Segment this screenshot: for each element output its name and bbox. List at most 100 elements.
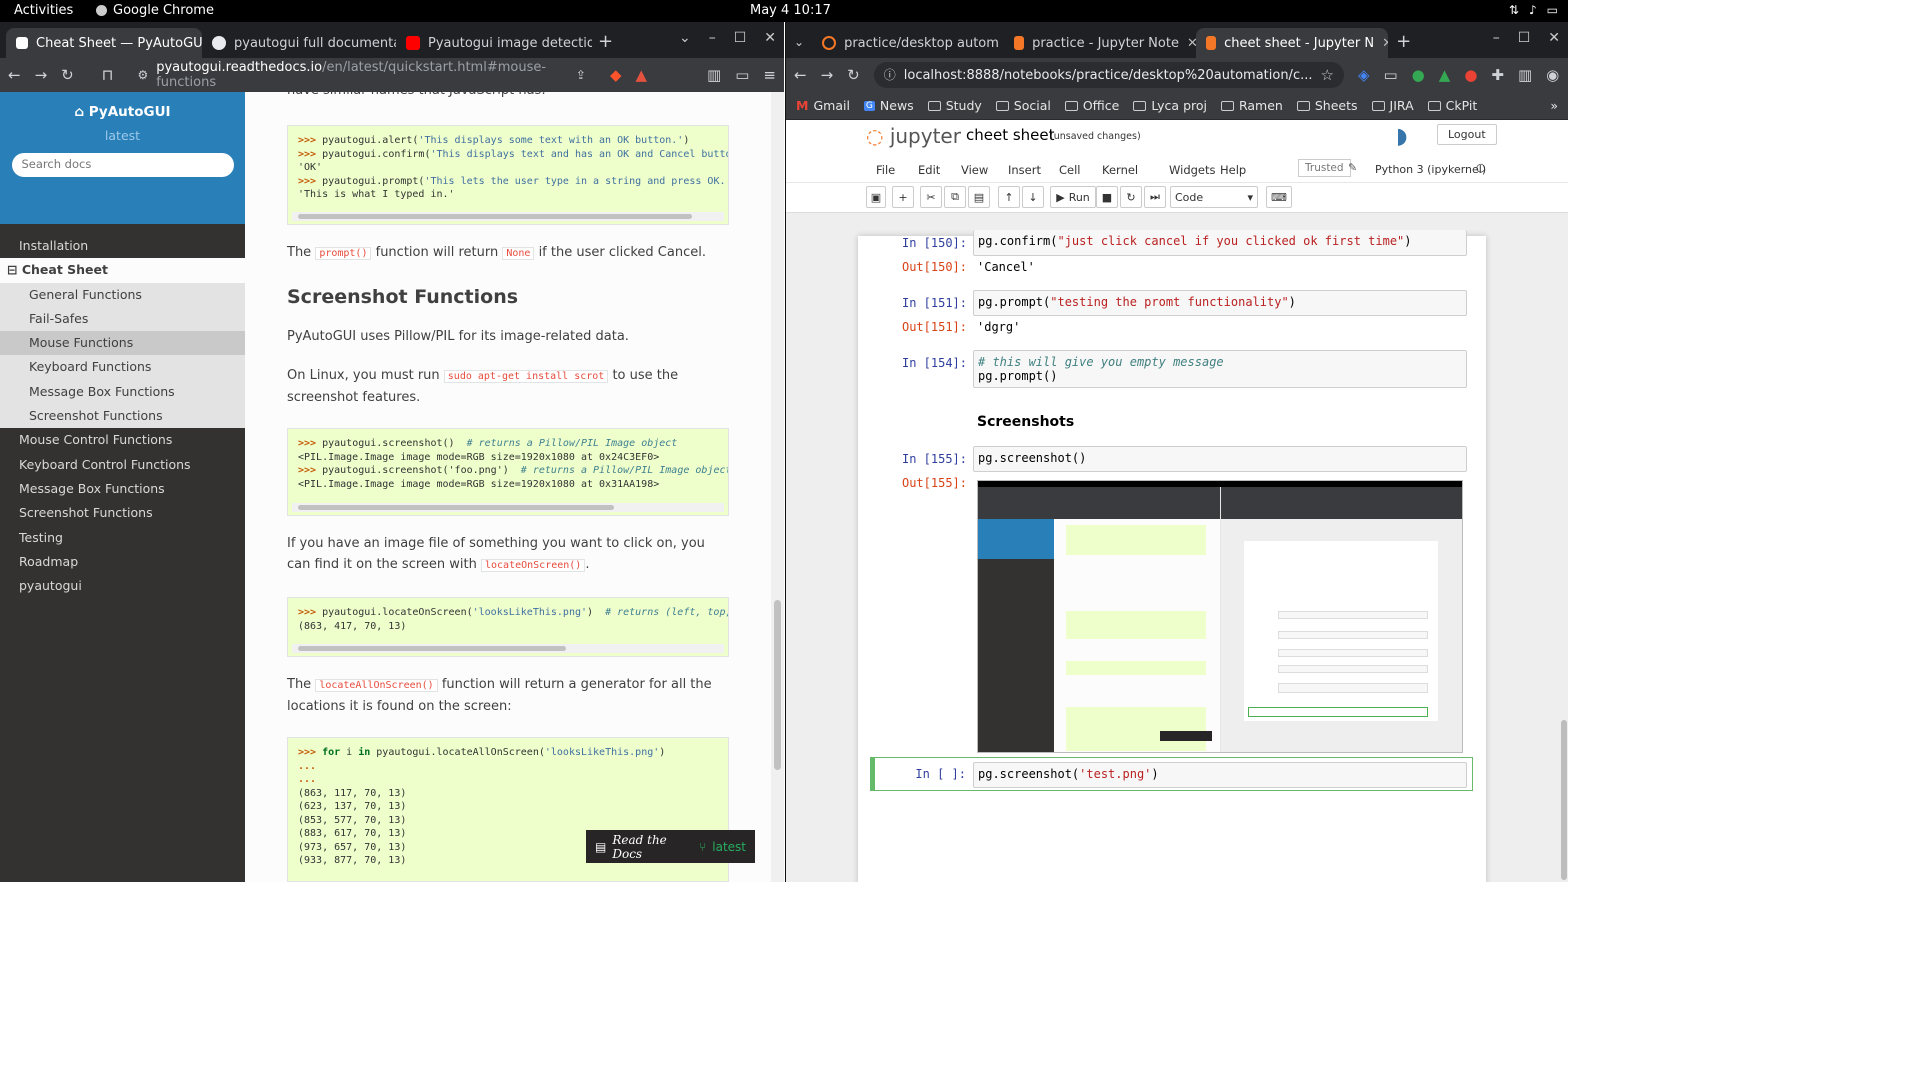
search-docs-input[interactable]: Search docs <box>11 153 234 177</box>
forward-icon[interactable]: → <box>821 67 834 83</box>
tab-cheat-sheet[interactable]: Cheat Sheet — PyAutoGU ✕ <box>6 28 202 58</box>
nav-message-box-functions-top[interactable]: Message Box Functions <box>0 477 245 501</box>
nav-testing[interactable]: Testing <box>0 526 245 550</box>
nav-keyboard-control-functions[interactable]: Keyboard Control Functions <box>0 453 245 477</box>
system-tray[interactable]: ⇅ ♪ ▭ <box>1509 3 1558 17</box>
nav-pyautogui[interactable]: pyautogui <box>0 574 245 598</box>
bookmark-gmail[interactable]: M Gmail <box>796 98 850 113</box>
nav-roadmap[interactable]: Roadmap <box>0 550 245 574</box>
nav-installation[interactable]: Installation <box>0 234 245 258</box>
tab-search-icon[interactable]: ⌄ <box>679 30 691 46</box>
extension-icon[interactable]: ▲ <box>1439 67 1451 83</box>
close-tab-icon[interactable]: ✕ <box>1382 36 1388 51</box>
tab-cheet-sheet[interactable]: cheet sheet - Jupyter N ✕ <box>1196 28 1389 58</box>
project-home-link[interactable]: ⌂ PyAutoGUI <box>0 104 245 120</box>
maximize-icon[interactable]: ☐ <box>734 30 747 46</box>
markdown-heading[interactable]: Screenshots <box>977 414 1074 430</box>
maximize-icon[interactable]: ☐ <box>1518 30 1531 46</box>
tab-pyautogui-docs[interactable]: pyautogui full documentatio ✕ <box>202 28 396 58</box>
menu-edit[interactable]: Edit <box>918 163 940 177</box>
menu-help[interactable]: Help <box>1220 163 1246 177</box>
bookmark-folder-ramen[interactable]: Ramen <box>1220 98 1283 113</box>
horizontal-scrollbar[interactable] <box>292 644 724 653</box>
selected-code-cell[interactable]: In [ ]: pg.screenshot('test.png') <box>870 757 1473 791</box>
bookmark-folder-social[interactable]: Social <box>995 98 1051 113</box>
app-menu[interactable]: Google Chrome <box>96 3 214 18</box>
code-cell[interactable]: In [154]: # this will give you empty mes… <box>858 350 1486 390</box>
run-button[interactable]: ▶ Run <box>1050 186 1096 208</box>
share-icon[interactable]: ⇪ <box>576 69 586 81</box>
forward-icon[interactable]: → <box>35 67 48 83</box>
menu-file[interactable]: File <box>876 163 895 177</box>
menu-icon[interactable]: ≡ <box>763 67 776 83</box>
nav-mouse-functions[interactable]: Mouse Functions <box>0 331 245 356</box>
more-bookmarks-icon[interactable]: » <box>1550 98 1558 113</box>
back-icon[interactable]: ← <box>8 67 21 83</box>
nav-keyboard-functions[interactable]: Keyboard Functions <box>0 355 245 380</box>
nav-message-box-functions[interactable]: Message Box Functions <box>0 379 245 405</box>
nav-screenshot-functions[interactable]: Screenshot Functions <box>0 404 245 429</box>
url-field[interactable]: ⚙ pyautogui.readthedocs.io/en/latest/qui… <box>127 60 596 90</box>
bookmark-folder-office[interactable]: Office <box>1064 98 1119 113</box>
close-window-icon[interactable]: ✕ <box>764 30 776 46</box>
bookmark-icon[interactable]: ⊓ <box>102 67 114 83</box>
brave-shield-icon[interactable]: ◆ <box>610 67 622 83</box>
cell-input[interactable]: pg.screenshot('test.png') <box>973 762 1467 788</box>
menu-insert[interactable]: Insert <box>1008 163 1041 177</box>
extension-icon[interactable]: ▭ <box>1383 67 1397 83</box>
close-tab-icon[interactable]: ✕ <box>1187 36 1196 51</box>
minimize-icon[interactable]: – <box>1493 30 1500 46</box>
bookmark-folder-sheets[interactable]: Sheets <box>1296 98 1358 113</box>
horizontal-scrollbar[interactable] <box>292 212 724 221</box>
bookmark-folder-study[interactable]: Study <box>927 98 982 113</box>
extension-icon[interactable]: ● <box>1464 67 1477 83</box>
nav-general-functions[interactable]: General Functions <box>0 282 245 307</box>
menu-kernel[interactable]: Kernel <box>1102 163 1138 177</box>
url-field[interactable]: ⓘ localhost:8888/notebooks/practice/desk… <box>873 62 1344 88</box>
sidebar-icon[interactable]: ▥ <box>707 67 721 83</box>
bookmark-news[interactable]: G News <box>863 98 914 113</box>
activities-button[interactable]: Activities <box>14 3 73 18</box>
cut-icon[interactable]: ✂ <box>920 186 942 208</box>
cell-input[interactable]: pg.screenshot() <box>973 446 1467 472</box>
notebook-scrollbar[interactable] <box>1561 720 1567 880</box>
clock[interactable]: May 4 10:17 <box>750 3 831 18</box>
notebook-name[interactable]: cheet sheet <box>966 126 1055 144</box>
read-the-docs-badge[interactable]: ▤ Read the Docs ⑂ latest <box>586 830 755 863</box>
edit-pencil-icon[interactable]: ✎ <box>1348 161 1357 174</box>
restart-run-all-icon[interactable]: ⏭ <box>1144 186 1166 208</box>
paste-icon[interactable]: ▤ <box>968 186 990 208</box>
menu-widgets[interactable]: Widgets <box>1169 163 1216 177</box>
nav-screenshot-functions-top[interactable]: Screenshot Functions <box>0 501 245 525</box>
new-tab-icon[interactable]: + <box>598 33 613 51</box>
trusted-indicator[interactable]: Trusted <box>1298 159 1351 177</box>
menu-view[interactable]: View <box>961 163 988 177</box>
menu-cell[interactable]: Cell <box>1059 163 1081 177</box>
save-icon[interactable]: ▣ <box>866 186 886 208</box>
tab-practice-desktop[interactable]: practice/desktop autom ✕ <box>812 28 1004 58</box>
insert-cell-icon[interactable]: + <box>892 186 914 208</box>
profile-avatar[interactable]: ◉ <box>1546 67 1559 83</box>
nav-cheat-sheet[interactable]: ⊟ Cheat Sheet <box>0 258 245 283</box>
minimize-icon[interactable]: – <box>709 30 716 46</box>
horizontal-scrollbar[interactable] <box>292 503 724 512</box>
nav-fail-safes[interactable]: Fail-Safes <box>0 306 245 332</box>
command-palette-icon[interactable]: ⌨ <box>1266 186 1292 208</box>
extension-icon[interactable]: ● <box>1412 67 1425 83</box>
page-scrollbar[interactable] <box>771 92 784 882</box>
tab-practice-notebook[interactable]: practice - Jupyter Note ✕ <box>1004 28 1196 58</box>
nav-mouse-control-functions[interactable]: Mouse Control Functions <box>0 428 245 452</box>
jupyter-logo[interactable]: ◌ jupyter <box>866 124 961 148</box>
wallet-icon[interactable]: ▭ <box>735 67 749 83</box>
tab-search-icon[interactable]: ⌄ <box>794 36 804 48</box>
bookmark-folder-lyca[interactable]: Lyca proj <box>1133 98 1207 113</box>
bookmark-folder-ckpit[interactable]: CkPit <box>1427 98 1477 113</box>
interrupt-icon[interactable]: ■ <box>1096 186 1118 208</box>
move-up-icon[interactable]: ↑ <box>998 186 1020 208</box>
cell-input[interactable]: # this will give you empty message pg.pro… <box>973 350 1467 388</box>
cell-input[interactable]: pg.confirm("just click cancel if you cli… <box>973 230 1467 256</box>
bookmark-folder-jira[interactable]: JIRA <box>1371 98 1414 113</box>
code-cell[interactable]: In [150]: pg.confirm("just click cancel … <box>858 230 1486 286</box>
brave-rewards-icon[interactable]: ▲ <box>636 67 648 83</box>
extension-icon[interactable]: ◈ <box>1358 67 1370 83</box>
